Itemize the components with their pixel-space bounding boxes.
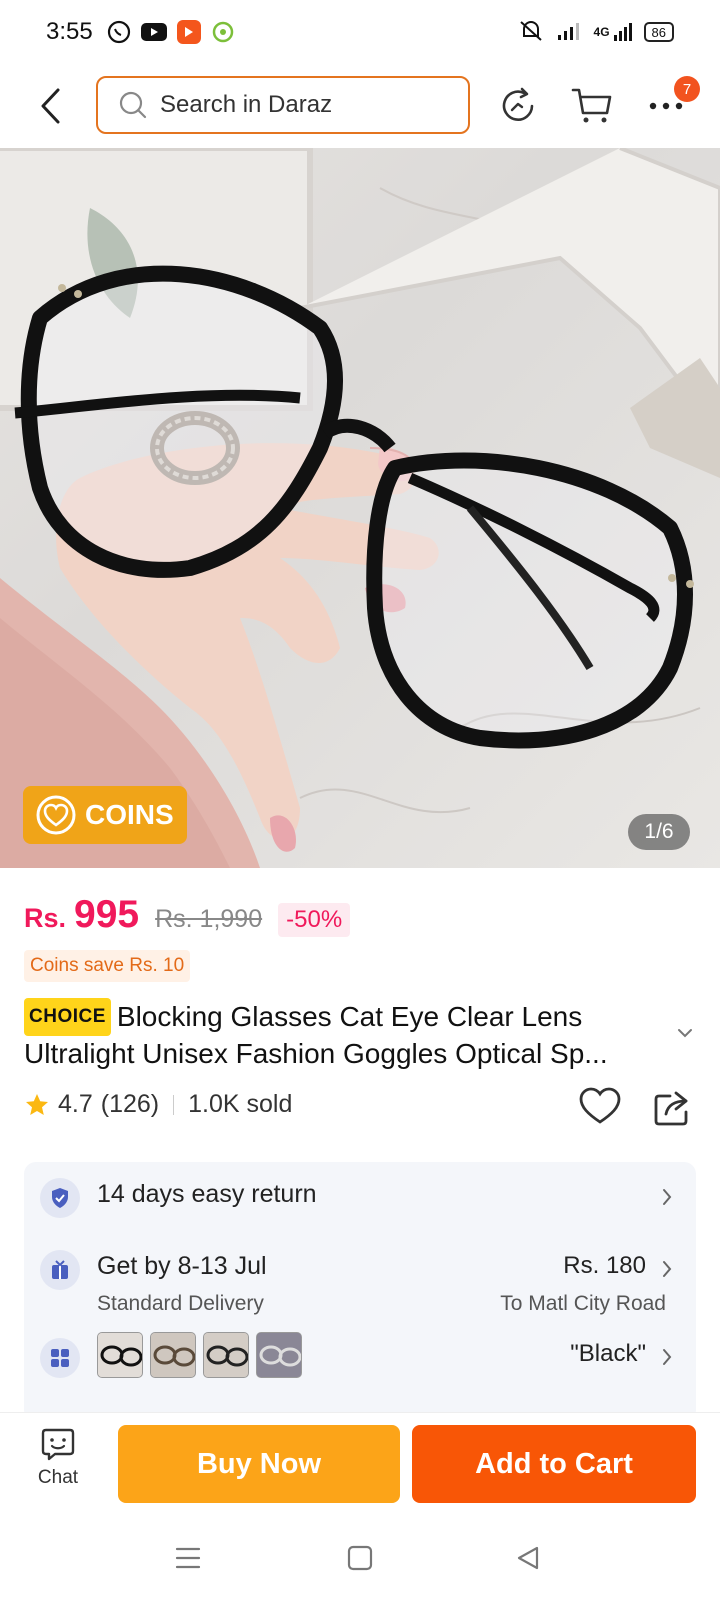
variant-row[interactable]: "Black" [24, 1332, 696, 1412]
discount-badge: -50% [278, 903, 351, 937]
rating-value: 4.7 [58, 1090, 93, 1118]
coins-heart-icon [36, 795, 76, 835]
chevron-down-icon [678, 1029, 692, 1038]
app-green-icon [211, 20, 235, 44]
rating-row[interactable]: 4.7 (126) 1.0K sold [24, 1090, 292, 1119]
variant-thumbnails [97, 1332, 302, 1378]
choice-tag: CHOICE [24, 998, 111, 1036]
delivery-title: Get by 8-13 Jul [97, 1252, 267, 1280]
system-nav-bar [0, 1510, 720, 1600]
divider [173, 1094, 175, 1115]
delivery-price: Rs. 180 [563, 1252, 646, 1279]
back-button[interactable] [30, 82, 70, 130]
review-count: (126) [100, 1090, 160, 1118]
signal-icon [556, 20, 582, 45]
return-text: 14 days easy return [97, 1180, 317, 1208]
chevron-right-icon [663, 1189, 672, 1205]
notification-badge: 7 [674, 76, 700, 102]
share-button[interactable] [652, 1090, 692, 1128]
add-to-cart-button[interactable]: Add to Cart [412, 1425, 696, 1503]
status-app-icons [107, 20, 235, 44]
expand-title-button[interactable] [672, 1020, 698, 1046]
buy-now-button[interactable]: Buy Now [118, 1425, 400, 1503]
return-policy-row[interactable]: 14 days easy return [24, 1162, 696, 1232]
variant-thumb[interactable] [97, 1332, 143, 1378]
cart-button[interactable] [570, 84, 614, 128]
chevron-right-icon [663, 1349, 672, 1365]
price-currency: Rs. [24, 903, 67, 933]
whatsapp-icon [107, 20, 131, 44]
variants-grid-icon [40, 1338, 80, 1378]
title-line-1: CHOICE Blocking Glasses Cat Eye Clear Len… [24, 998, 664, 1036]
chat-icon [41, 1428, 75, 1461]
home-button[interactable] [340, 1538, 380, 1578]
system-back-button[interactable] [508, 1538, 548, 1578]
history-button[interactable] [496, 84, 540, 128]
original-price: Rs. 1,990 [155, 905, 263, 933]
delivery-row[interactable]: Get by 8-13 Jul Standard Delivery Rs. 18… [24, 1232, 696, 1332]
mute-icon [518, 20, 544, 45]
chat-button[interactable]: Chat [30, 1427, 86, 1497]
square-home-icon [347, 1545, 373, 1571]
shield-check-icon [40, 1178, 80, 1218]
wishlist-button[interactable] [578, 1086, 622, 1126]
product-photo [0, 148, 720, 868]
variant-thumb[interactable] [203, 1332, 249, 1378]
delivery-location: To Matl City Road [500, 1292, 666, 1315]
chevron-left-icon [41, 88, 60, 124]
service-info-card: 14 days easy return Get by 8-13 Jul Stan… [24, 1162, 696, 1422]
star-icon [26, 1093, 48, 1115]
coins-badge: COINS [23, 786, 187, 844]
title-text-2: Ultralight Unisex Fashion Goggles Optica… [24, 1038, 608, 1069]
sold-count: 1.0K sold [188, 1090, 293, 1118]
selected-variant: "Black" [570, 1340, 646, 1367]
bottom-action-bar: Chat Buy Now Add to Cart [0, 1412, 720, 1510]
top-header: 7 [0, 64, 720, 146]
title-text-1: Blocking Glasses Cat Eye Clear Lens [116, 1001, 583, 1032]
app-orange-icon [176, 20, 201, 44]
variant-thumb[interactable] [150, 1332, 196, 1378]
triangle-back-icon [517, 1546, 539, 1570]
search-bar[interactable] [96, 76, 470, 134]
share-icon [654, 1091, 688, 1126]
status-bar: 3:55 4G 86 [0, 0, 720, 64]
product-image-gallery[interactable]: COINS 1/6 [0, 148, 720, 868]
more-dots-icon [649, 102, 683, 110]
image-counter: 1/6 [628, 814, 690, 850]
search-icon [119, 91, 147, 119]
battery-indicator: 86 [643, 22, 674, 42]
coins-label: COINS [85, 799, 174, 830]
network-type: 4G [593, 25, 610, 39]
network-4g-icon: 4G [594, 21, 632, 43]
current-price: 995 [74, 893, 140, 936]
status-indicators: 4G 86 [518, 20, 674, 45]
recent-apps-button[interactable] [168, 1538, 208, 1578]
menu-lines-icon [175, 1547, 201, 1569]
coins-save-label: Coins save Rs. 10 [24, 950, 191, 982]
delivery-box-icon [40, 1250, 80, 1290]
variant-thumb[interactable] [256, 1332, 302, 1378]
heart-icon [579, 1087, 621, 1124]
delivery-type: Standard Delivery [97, 1292, 264, 1315]
refresh-icon [502, 87, 534, 121]
status-time: 3:55 [46, 18, 93, 45]
chat-label: Chat [37, 1467, 79, 1488]
chevron-right-icon [663, 1261, 672, 1277]
youtube-icon [140, 23, 167, 41]
product-title[interactable]: CHOICE Blocking Glasses Cat Eye Clear Len… [24, 998, 664, 1072]
search-input[interactable] [160, 91, 440, 119]
cart-icon [571, 88, 612, 123]
price-row: Rs. 995 Rs. 1,990 -50% [24, 893, 351, 937]
more-button[interactable]: 7 [644, 76, 700, 128]
